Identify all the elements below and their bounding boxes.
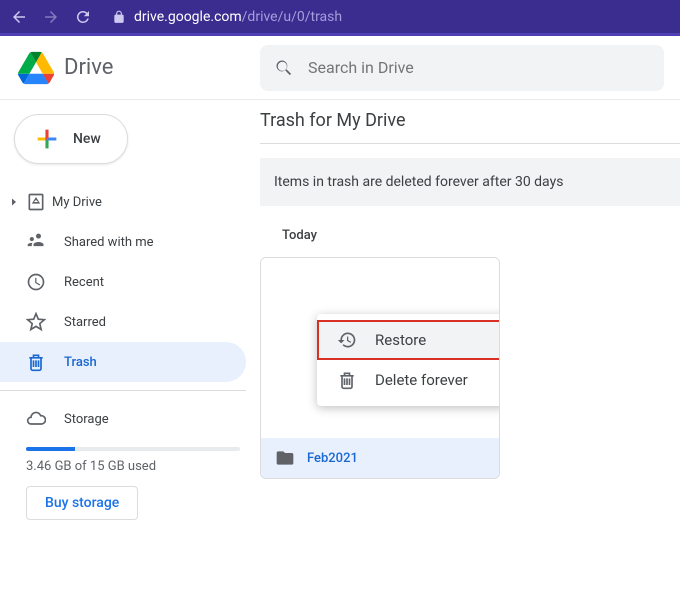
my-drive-icon <box>26 192 46 212</box>
sidebar-item-recent[interactable]: Recent <box>0 262 246 302</box>
sidebar-item-label: Storage <box>64 412 109 427</box>
plus-icon <box>33 125 61 153</box>
section-label: Today <box>282 228 680 243</box>
search-input[interactable] <box>308 58 650 77</box>
search-box[interactable] <box>260 45 664 91</box>
storage-text: 3.46 GB of 15 GB used <box>26 459 240 474</box>
sidebar-item-shared[interactable]: Shared with me <box>0 222 246 262</box>
info-banner: Items in trash are deleted forever after… <box>260 158 680 206</box>
sidebar-item-label: Shared with me <box>64 235 154 250</box>
file-card[interactable]: Feb2021 Restore Delete forever <box>260 257 500 479</box>
browser-reload-button[interactable] <box>74 8 92 26</box>
menu-item-restore[interactable]: Restore <box>317 320 500 360</box>
buy-storage-button[interactable]: Buy storage <box>26 486 138 520</box>
sidebar-item-storage[interactable]: Storage <box>0 399 246 439</box>
sidebar-item-label: My Drive <box>52 195 102 210</box>
star-icon <box>26 312 46 332</box>
new-button[interactable]: New <box>14 114 128 164</box>
browser-address-bar: drive.google.com/drive/u/0/trash <box>0 0 680 36</box>
sidebar-item-trash[interactable]: Trash <box>0 342 246 382</box>
sidebar-item-label: Recent <box>64 275 104 290</box>
new-button-label: New <box>73 131 101 147</box>
url-display[interactable]: drive.google.com/drive/u/0/trash <box>112 9 342 25</box>
context-menu: Restore Delete forever <box>317 314 500 406</box>
brand-name: Drive <box>64 55 113 80</box>
chevron-right-icon <box>8 192 20 212</box>
sidebar-item-label: Starred <box>64 315 106 330</box>
file-name: Feb2021 <box>307 451 358 466</box>
storage-bar <box>26 447 240 451</box>
drive-logo-icon <box>18 50 54 86</box>
search-icon <box>274 58 294 78</box>
browser-forward-button[interactable] <box>42 8 60 26</box>
shared-icon <box>26 232 46 252</box>
folder-icon <box>275 448 295 468</box>
sidebar-item-my-drive[interactable]: My Drive <box>0 182 246 222</box>
page-title: Trash for My Drive <box>260 110 680 144</box>
browser-back-button[interactable] <box>10 8 28 26</box>
restore-icon <box>337 330 357 350</box>
menu-item-delete-forever[interactable]: Delete forever <box>317 360 500 400</box>
lock-icon <box>112 10 126 24</box>
divider <box>0 390 246 391</box>
menu-item-label: Delete forever <box>375 371 468 389</box>
sidebar-item-label: Trash <box>64 355 97 370</box>
sidebar-item-starred[interactable]: Starred <box>0 302 246 342</box>
drive-logo[interactable]: Drive <box>0 36 260 100</box>
cloud-icon <box>26 409 46 429</box>
trash-icon <box>26 352 46 372</box>
trash-icon <box>337 370 357 390</box>
menu-item-label: Restore <box>375 331 426 349</box>
clock-icon <box>26 272 46 292</box>
